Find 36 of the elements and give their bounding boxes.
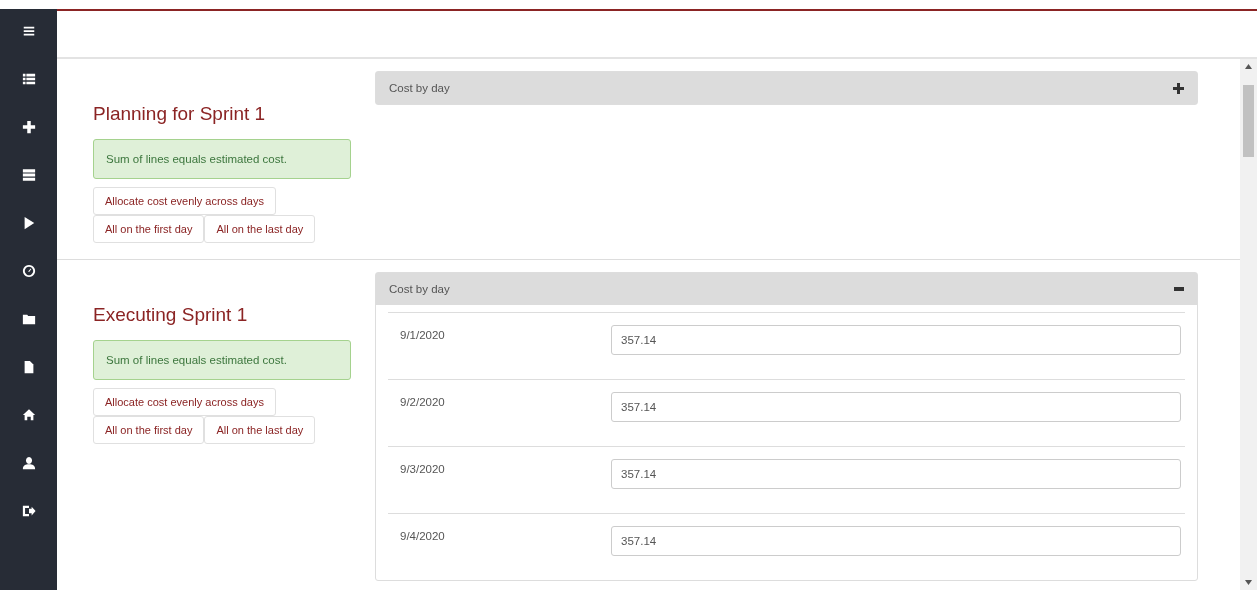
cost-input[interactable]: 357.14 [611,392,1181,422]
panel-header[interactable]: Cost by day [376,273,1197,305]
panel-title: Cost by day [389,82,450,94]
expand-icon[interactable] [1173,82,1184,94]
date-label: 9/4/2020 [399,530,446,542]
success-alert: Sum of lines equals estimated cost. [93,340,351,380]
cost-input[interactable]: 357.14 [611,325,1181,355]
menu-icon[interactable] [21,24,36,38]
panel-title: Cost by day [389,283,450,295]
allocate-button[interactable]: All on the last day [204,215,316,243]
folder-icon[interactable] [21,312,36,326]
gauge-icon[interactable] [21,264,36,278]
date-label: 9/1/2020 [399,329,446,341]
scroll-down-icon[interactable] [1245,580,1252,585]
sign-out-icon[interactable] [21,504,36,518]
scrollbar[interactable] [1240,59,1257,590]
panel-header[interactable]: Cost by day [376,72,1197,104]
date-label: 9/3/2020 [399,463,446,475]
section-title: Planning for Sprint 1 [93,103,267,125]
allocate-button[interactable]: Allocate cost evenly across days [93,187,276,215]
section-title: Executing Sprint 1 [93,304,249,326]
success-alert: Sum of lines equals estimated cost. [93,139,351,179]
server-icon[interactable] [21,168,36,182]
scroll-up-icon[interactable] [1245,64,1252,69]
allocate-button[interactable]: All on the first day [93,215,205,243]
allocate-button[interactable]: Allocate cost evenly across days [93,388,276,416]
allocate-button[interactable]: All on the first day [93,416,205,444]
cost-input[interactable]: 357.14 [611,459,1181,489]
date-label: 9/2/2020 [399,396,446,408]
user-icon[interactable] [21,456,36,470]
scrollbar-thumb[interactable] [1243,85,1254,157]
list-icon[interactable] [21,72,36,86]
cost-input[interactable]: 357.14 [611,526,1181,556]
allocate-button[interactable]: All on the last day [204,416,316,444]
plus-icon[interactable] [21,120,36,134]
home-icon[interactable] [21,408,36,422]
